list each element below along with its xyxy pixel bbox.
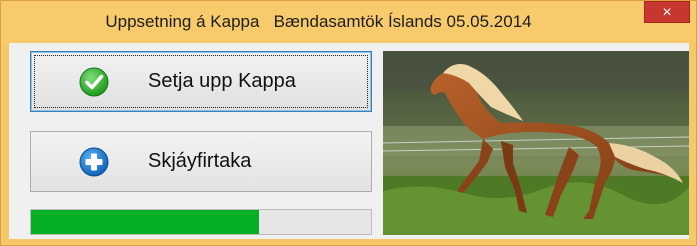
- horse-photo: [383, 51, 689, 235]
- remote-control-button[interactable]: Skjáyfirtaka: [30, 131, 372, 192]
- title-bar[interactable]: Uppsetning á Kappa Bændasamtök Íslands 0…: [1, 1, 696, 43]
- install-kappa-button[interactable]: Setja upp Kappa: [30, 51, 372, 112]
- close-button[interactable]: ×: [644, 1, 690, 23]
- remote-button-label: Skjáyfirtaka: [148, 150, 252, 172]
- install-button-label: Setja upp Kappa: [148, 70, 296, 92]
- installer-window: Uppsetning á Kappa Bændasamtök Íslands 0…: [0, 0, 697, 246]
- client-area: Setja upp Kappa Skjáyfirtaka: [9, 43, 689, 239]
- window-title: Uppsetning á Kappa Bændasamtök Íslands 0…: [105, 12, 532, 31]
- checkmark-circle-icon: [79, 67, 109, 97]
- close-icon: ×: [662, 4, 672, 21]
- plus-circle-icon: [79, 147, 109, 177]
- install-progress-bar: [30, 209, 372, 235]
- progress-fill: [31, 210, 259, 234]
